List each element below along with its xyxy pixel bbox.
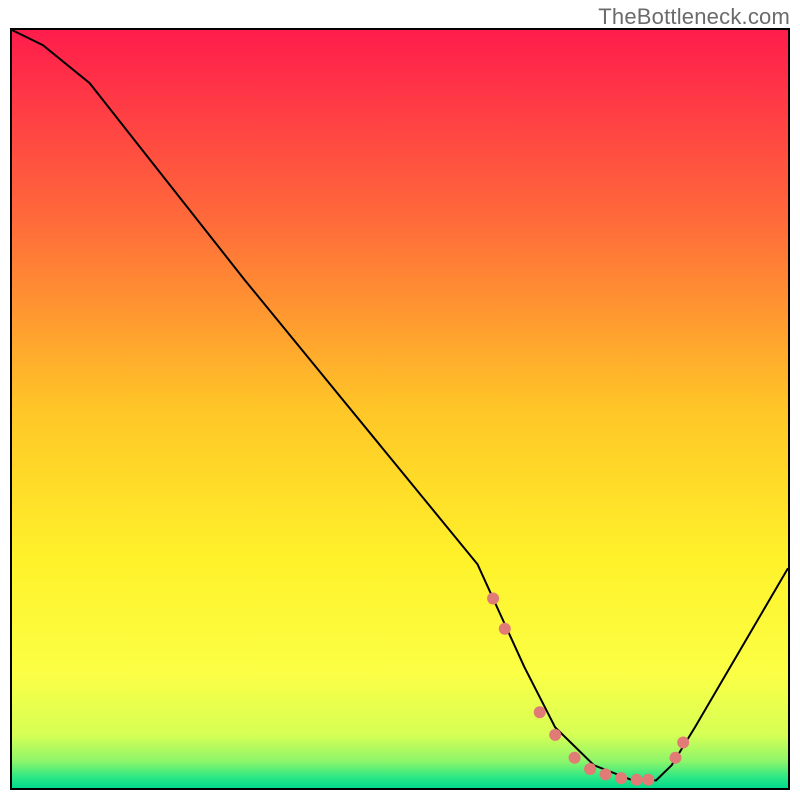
trough-markers-group <box>487 593 689 786</box>
bottleneck-curve <box>12 30 788 780</box>
trough-marker <box>600 768 612 780</box>
trough-marker <box>487 593 499 605</box>
trough-marker <box>615 772 627 784</box>
trough-marker <box>549 729 561 741</box>
curve-layer <box>12 30 788 788</box>
trough-marker <box>499 623 511 635</box>
trough-marker <box>642 774 654 786</box>
trough-marker <box>631 774 643 786</box>
trough-marker <box>584 763 596 775</box>
trough-marker <box>677 737 689 749</box>
trough-marker <box>534 706 546 718</box>
plot-area <box>10 28 790 790</box>
trough-marker <box>670 752 682 764</box>
trough-marker <box>569 752 581 764</box>
chart-container: TheBottleneck.com <box>0 0 800 800</box>
attribution-text: TheBottleneck.com <box>598 4 790 30</box>
